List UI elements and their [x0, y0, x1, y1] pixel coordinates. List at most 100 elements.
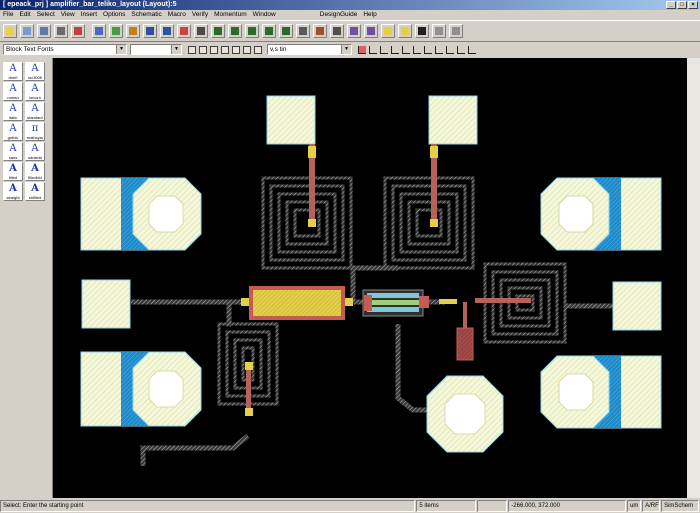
font-palette-item[interactable]: Aimcorn	[25, 82, 45, 101]
text-button[interactable]	[415, 24, 429, 38]
menu-verify[interactable]: Verify	[189, 10, 211, 20]
font-glyph-icon: A	[31, 63, 39, 74]
font-combo[interactable]: Block Text Fonts ▼	[3, 44, 127, 55]
font-palette-label: filled	[8, 175, 18, 180]
zoom-fit-button[interactable]	[279, 24, 293, 38]
rectangle-button[interactable]	[381, 24, 395, 38]
wire-icon	[380, 46, 388, 54]
paste-button[interactable]	[126, 24, 140, 38]
zoom-out-button[interactable]	[245, 24, 259, 38]
circle-icon	[401, 27, 409, 35]
menu-window[interactable]: Window	[250, 10, 279, 20]
close-button[interactable]: ×	[688, 1, 698, 9]
chevron-down-icon[interactable]: ▼	[116, 45, 126, 54]
vertical-scrollbar[interactable]	[687, 58, 700, 498]
tl-via	[439, 299, 457, 304]
layer-select-value: v,s tin	[270, 46, 287, 53]
line-lower-feed	[140, 434, 250, 466]
port-button[interactable]	[313, 24, 327, 38]
font-palette-item[interactable]: Asansbld	[25, 142, 45, 161]
layer-combo[interactable]: ▼	[130, 44, 182, 55]
menu-help[interactable]: Help	[360, 10, 379, 20]
inductor-top-left	[261, 176, 353, 270]
status-sim: SimSchem	[661, 500, 700, 512]
move-button[interactable]	[177, 24, 191, 38]
menu-momentum[interactable]: Momentum	[211, 10, 250, 20]
menu-options[interactable]: Options	[100, 10, 128, 20]
menu-select[interactable]: Select	[34, 10, 58, 20]
undo-button[interactable]	[143, 24, 157, 38]
font-palette-item[interactable]: Asans	[3, 142, 23, 161]
font-palette-item[interactable]: Afilledbld	[25, 162, 45, 181]
menu-bar: File Edit Select View Insert Options Sch…	[0, 10, 700, 20]
redo-button[interactable]	[160, 24, 174, 38]
window-title: [ epeack_prj ] amplifier_bar_teliko_layo…	[3, 1, 177, 8]
copy-button[interactable]	[109, 24, 123, 38]
zoom-area-button[interactable]	[262, 24, 276, 38]
zoom-out-icon	[248, 27, 256, 35]
font-palette-item[interactable]: Aitalic	[3, 102, 23, 121]
new-file-button[interactable]	[3, 24, 17, 38]
font-combo-value: Block Text Fonts	[6, 46, 54, 53]
zoom-in-button[interactable]	[228, 24, 242, 38]
pad-octagon-bottom-center	[426, 375, 504, 453]
font-palette-label: mathcyrs	[26, 135, 44, 140]
pop-button[interactable]	[449, 24, 463, 38]
minimize-button[interactable]: _	[666, 1, 676, 9]
layout-canvas[interactable]	[53, 58, 687, 498]
layer-select[interactable]: v,s tin ▼	[267, 44, 352, 55]
font-palette-item[interactable]: Ashfilled	[25, 182, 45, 201]
menu-schematic[interactable]: Schematic	[128, 10, 164, 20]
push-button[interactable]	[432, 24, 446, 38]
menu-edit[interactable]: Edit	[16, 10, 33, 20]
cut-button[interactable]	[92, 24, 106, 38]
rectangle-icon	[384, 27, 392, 35]
font-palette-item[interactable]: Aioc300fl	[25, 62, 45, 81]
mirror-button[interactable]	[364, 24, 378, 38]
snap-button[interactable]	[296, 24, 310, 38]
chevron-down-icon[interactable]: ▼	[171, 45, 181, 54]
font-palette-label: roman	[7, 95, 19, 100]
font-palette-item[interactable]: Agothic	[3, 122, 23, 141]
font-palette-item[interactable]: Afilled	[3, 162, 23, 181]
layout-drawing	[80, 95, 662, 466]
font-glyph-icon: A	[31, 183, 39, 194]
open-file-button[interactable]	[20, 24, 34, 38]
undo-icon	[146, 27, 154, 35]
font-glyph-icon: π	[31, 123, 39, 134]
save-button[interactable]	[37, 24, 51, 38]
font-palette-item[interactable]: Astraight	[3, 182, 23, 201]
zoom-button[interactable]	[211, 24, 225, 38]
chevron-down-icon[interactable]: ▼	[341, 45, 351, 54]
copy-icon	[112, 27, 120, 35]
font-palette-label: gothic	[7, 135, 19, 140]
via-top-l	[308, 146, 316, 158]
pop-icon	[452, 27, 460, 35]
pin-icon	[254, 46, 262, 54]
menu-macro[interactable]: Macro	[165, 10, 189, 20]
align-button[interactable]	[194, 24, 208, 38]
insert-port-icon	[369, 46, 377, 54]
maximize-button[interactable]: □	[677, 1, 687, 9]
more-button[interactable]	[466, 44, 478, 56]
font-palette-item[interactable]: π mathcyrs	[25, 122, 45, 141]
print-button[interactable]	[54, 24, 68, 38]
flip-button[interactable]	[347, 24, 361, 38]
via-bl2	[245, 408, 253, 416]
menu-insert[interactable]: Insert	[78, 10, 100, 20]
font-palette-item[interactable]: Aroman	[3, 82, 23, 101]
menu-view[interactable]: View	[58, 10, 78, 20]
menu-designguide[interactable]: DesignGuide	[317, 10, 361, 20]
layers-button[interactable]	[71, 24, 85, 38]
font-glyph-icon: A	[31, 143, 39, 154]
font-palette-item[interactable]: Astandard	[25, 102, 45, 121]
font-glyph-icon: A	[9, 183, 17, 194]
circle-button[interactable]	[398, 24, 412, 38]
print-icon	[57, 27, 65, 35]
push-icon	[435, 27, 443, 35]
font-palette-item[interactable]: Adstr0	[3, 62, 23, 81]
resistor	[456, 327, 474, 361]
menu-file[interactable]: File	[0, 10, 16, 20]
ground-button[interactable]	[330, 24, 344, 38]
pin-button[interactable]	[252, 44, 264, 56]
